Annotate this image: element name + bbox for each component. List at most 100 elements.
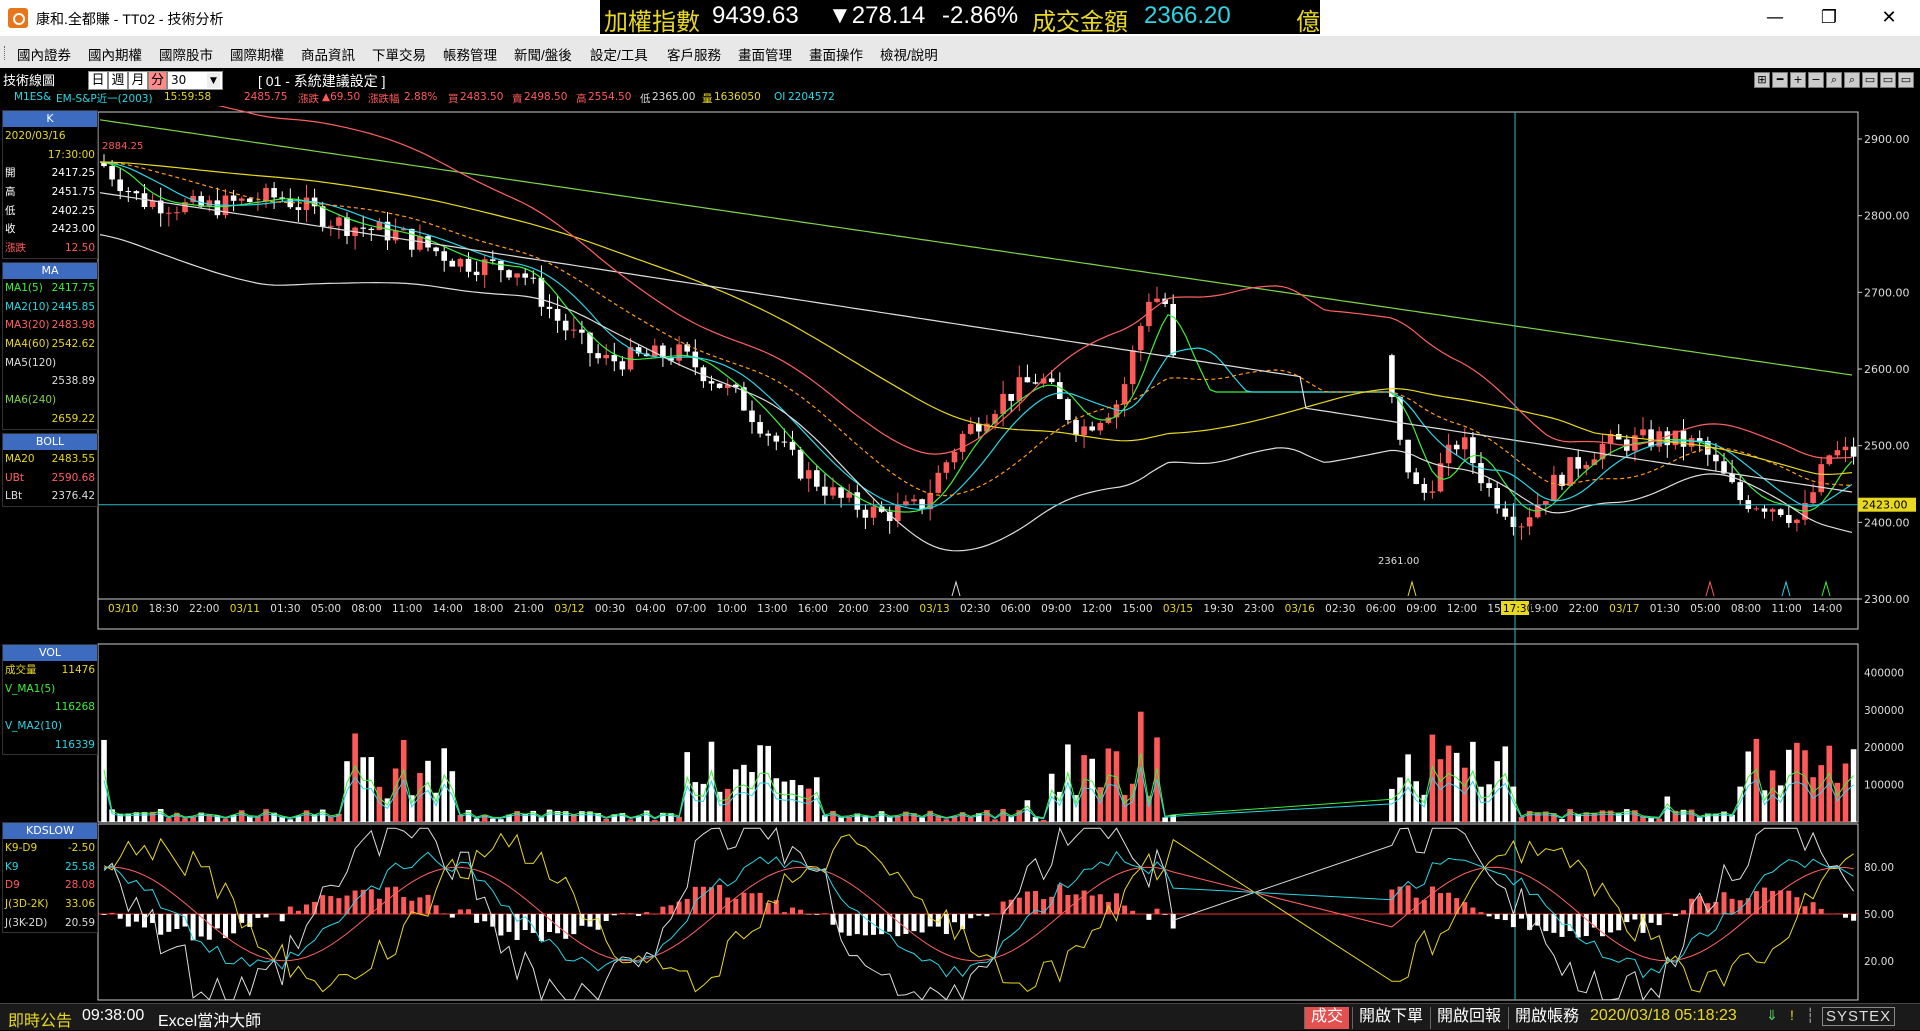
period-minute-button[interactable]: 分 (148, 71, 167, 90)
candle-body (409, 229, 415, 250)
candle-body (693, 352, 699, 368)
quote-symbol: M1ES& (14, 91, 51, 103)
price-tick-label: 2700.00 (1864, 286, 1910, 299)
kd-diff-bar (328, 896, 333, 914)
quote-change-label: 漲跌 (298, 91, 319, 106)
candle-body (369, 229, 375, 230)
open-order-button[interactable]: 開啟下單 (1352, 1007, 1429, 1029)
news-text[interactable]: Excel當沖大師 (158, 1007, 261, 1031)
kd-diff-bar (166, 914, 171, 932)
menu-product-info[interactable]: 商品資訊 (301, 44, 355, 64)
signal-triangle (1408, 582, 1416, 596)
kd-diff-bar (158, 914, 163, 935)
layout-icon[interactable]: ⊞ (1754, 72, 1770, 88)
time-tick-label: 03/17 (1609, 603, 1639, 615)
open-account-button[interactable]: 開啟帳務 (1508, 1007, 1585, 1029)
save-icon[interactable]: ▭ (1862, 72, 1878, 88)
maximize-button[interactable]: ❐ (1800, 0, 1858, 36)
line-icon[interactable]: ━ (1772, 72, 1788, 88)
news-label[interactable]: 即時公告 (8, 1007, 72, 1031)
kd-diff-bar (1074, 894, 1079, 914)
grip-icon: ┆ (1806, 1007, 1814, 1024)
volume-bar (603, 819, 609, 822)
candle-body (1584, 465, 1590, 469)
magnify-icon[interactable]: ⌕ (1844, 72, 1860, 88)
info-row-value: 2417.75 (52, 279, 95, 298)
volume-bar (717, 792, 723, 822)
kd-diff-bar (118, 914, 123, 919)
volume-bar (944, 819, 950, 822)
candle-body (1567, 457, 1573, 486)
candle-body (1422, 484, 1428, 493)
kd-diff-bar (1090, 896, 1095, 914)
index-ticker: 加權指數 9439.63 ▼278.14 -2.86% 成交金額 2366.20… (600, 0, 1320, 34)
quote-oi-label: OI (774, 91, 785, 103)
kd-diff-bar (255, 914, 260, 918)
time-tick-label: 07:00 (676, 603, 706, 615)
ticker-turnover-label: 成交金額 (1032, 2, 1128, 37)
volume-bar (693, 782, 699, 822)
minimize-button[interactable]: — (1746, 0, 1804, 36)
menu-news[interactable]: 新聞/盤後 (514, 44, 572, 64)
candle-body (579, 330, 585, 333)
period-week-button[interactable]: 週 (108, 71, 128, 90)
kd-diff-bar (855, 914, 860, 934)
volume-bar (968, 817, 974, 822)
window-icon[interactable]: ▭ (1898, 72, 1914, 88)
info-row-value: 2483.98 (52, 316, 95, 335)
deal-button[interactable]: 成交 (1304, 1007, 1349, 1029)
menu-domestic-securities[interactable]: 國內證券 (17, 44, 71, 64)
info-row: MA4(60)2542.62 (3, 335, 97, 354)
menu-view-help[interactable]: 檢視/說明 (880, 44, 938, 64)
menu-account[interactable]: 帳務管理 (443, 44, 497, 64)
kd-diff-bar (434, 905, 439, 914)
quote-low: 2365.00 (652, 91, 695, 103)
menu-order[interactable]: 下單交易 (372, 44, 426, 64)
close-button[interactable]: ✕ (1860, 0, 1918, 36)
candle-body (263, 188, 269, 202)
time-tick-label: 18:30 (149, 603, 179, 615)
kd-tick-label: 20.00 (1864, 956, 1894, 968)
period-day-button[interactable]: 日 (88, 71, 108, 90)
menu-screen-ops[interactable]: 畫面操作 (809, 44, 863, 64)
interval-select[interactable]: 30▼ (167, 71, 223, 90)
vol-tick-label: 200000 (1864, 742, 1904, 754)
kd-diff-bar (247, 914, 252, 927)
candle-body (1081, 426, 1087, 435)
info-row-key: MA1(5) (5, 279, 43, 298)
menu-intl-stocks[interactable]: 國際股市 (159, 44, 213, 64)
menu-domestic-futures[interactable]: 國內期權 (88, 44, 142, 64)
candle-body (433, 247, 439, 251)
menu-grip-icon (4, 46, 7, 60)
period-month-button[interactable]: 月 (128, 71, 148, 90)
menu-screen-manage[interactable]: 畫面管理 (738, 44, 792, 64)
search-icon[interactable]: ⌕ (1826, 72, 1842, 88)
candle-body (1527, 517, 1533, 526)
candle-body (1762, 508, 1768, 511)
menu-settings[interactable]: 設定/工具 (590, 44, 648, 64)
status-bar: 即時公告 09:38:00 Excel當沖大師 成交 開啟下單 開啟回報 開啟帳… (0, 1003, 1920, 1030)
candle-body (563, 321, 569, 331)
info-row: 收2423.00 (3, 220, 97, 239)
kd-diff-bar (701, 887, 706, 914)
zoom-in-icon[interactable]: + (1790, 72, 1806, 88)
kd-diff-bar (353, 891, 358, 914)
info-row: V_MA1(5) (3, 680, 97, 699)
volume-bar (1057, 792, 1063, 822)
menu-service[interactable]: 客戶服務 (667, 44, 721, 64)
zoom-out-icon[interactable]: − (1808, 72, 1824, 88)
candle-body (450, 261, 456, 267)
chart-area[interactable]: 2900.002800.002700.002600.002500.002400.… (0, 106, 1920, 1003)
kd-diff-bar (1673, 914, 1678, 916)
volume-bar (1656, 819, 1662, 822)
ticker-change: ▼278.14 (828, 2, 925, 30)
kd-diff-bar (660, 907, 665, 914)
kd-diff-bar (320, 895, 325, 914)
copy-icon[interactable]: ▭ (1880, 72, 1896, 88)
preset-label[interactable]: [ 01 - 系統建議設定 ] (258, 71, 386, 91)
candle-body (1405, 440, 1411, 473)
menu-intl-futures[interactable]: 國際期權 (230, 44, 284, 64)
open-report-button[interactable]: 開啟回報 (1430, 1007, 1507, 1029)
vol-tick-label: 100000 (1864, 780, 1904, 792)
candle-body (1033, 382, 1039, 383)
